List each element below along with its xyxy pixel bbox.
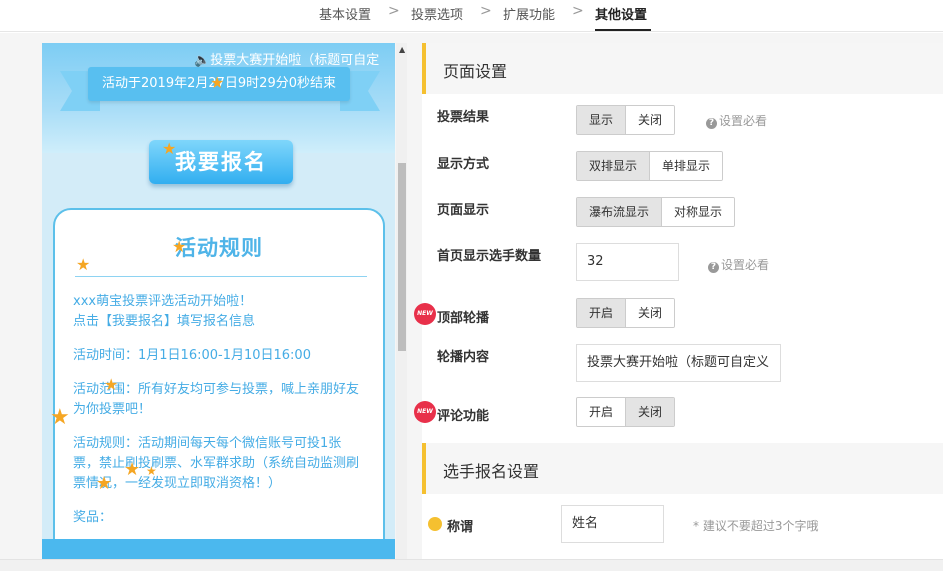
nav-vote-options[interactable]: 投票选项 bbox=[411, 4, 463, 23]
mobile-preview: 🔈投票大赛开始啦（标题可自定 活动于2019年2月27日9时29分0秒结束 我要… bbox=[42, 43, 395, 559]
preview-footer bbox=[42, 539, 395, 559]
sparkle-star-icon: ★ bbox=[210, 73, 225, 92]
display-double-button[interactable]: 双排显示 bbox=[577, 152, 650, 180]
name-field-hint: * 建议不要超过3个字哦 bbox=[693, 519, 819, 533]
sparkle-star-icon: ★ bbox=[104, 375, 119, 394]
chevron-right-icon: > bbox=[572, 3, 584, 19]
hint-text: 设置必看 bbox=[719, 114, 768, 128]
top-navigation: 基本设置 > 投票选项 > 扩展功能 > 其他设置 bbox=[0, 0, 943, 32]
chevron-right-icon: > bbox=[480, 3, 492, 19]
carousel-on-button[interactable]: 开启 bbox=[577, 299, 626, 327]
scrollbar-thumb[interactable] bbox=[398, 163, 406, 351]
page-display-toggle: 瀑布流显示 对称显示 bbox=[576, 197, 736, 227]
chevron-right-icon: > bbox=[388, 3, 400, 19]
vote-result-label: 投票结果 bbox=[437, 110, 490, 125]
top-carousel-label: 顶部轮播 bbox=[437, 311, 490, 326]
rules-line-5: 活动规则：活动期间每天每个微信账号可投1张票，禁止刷投刷票、水军群求助（系统自动… bbox=[73, 436, 360, 491]
new-badge: NEW bbox=[414, 401, 436, 423]
carousel-content-label: 轮播内容 bbox=[437, 350, 490, 365]
vote-result-show-button[interactable]: 显示 bbox=[577, 106, 626, 134]
sparkle-star-icon: ★ bbox=[146, 464, 157, 478]
comments-toggle: 开启 关闭 bbox=[576, 397, 676, 427]
signup-settings-title: 选手报名设置 bbox=[443, 462, 540, 481]
new-badge: NEW bbox=[414, 303, 436, 325]
nav-other-settings[interactable]: 其他设置 bbox=[595, 4, 647, 23]
scroll-up-icon[interactable]: ▲ bbox=[399, 45, 405, 54]
page-settings-header: 页面设置 bbox=[422, 43, 943, 94]
display-mode-label: 显示方式 bbox=[437, 157, 490, 172]
speaker-icon: 🔈 bbox=[194, 53, 211, 68]
rules-divider bbox=[75, 276, 367, 277]
sparkle-star-icon: ★ bbox=[76, 255, 91, 274]
comments-off-button[interactable]: 关闭 bbox=[625, 398, 675, 426]
bottom-bar bbox=[0, 559, 943, 571]
hint-text: 设置必看 bbox=[721, 258, 770, 272]
comments-label: 评论功能 bbox=[437, 409, 490, 424]
vote-result-hint[interactable]: ? 设置必看 bbox=[706, 112, 767, 129]
sparkle-star-icon: ★ bbox=[172, 237, 187, 256]
nav-extensions[interactable]: 扩展功能 bbox=[503, 4, 555, 23]
rules-line-3: 活动时间：1月1日16:00-1月10日16:00 bbox=[73, 348, 311, 363]
home-count-label: 首页显示选手数量 bbox=[437, 249, 542, 264]
sparkle-star-icon: ★ bbox=[162, 139, 177, 158]
comments-on-button[interactable]: 开启 bbox=[577, 398, 626, 426]
carousel-off-button[interactable]: 关闭 bbox=[625, 299, 675, 327]
name-field-input[interactable]: 姓名 bbox=[561, 505, 664, 543]
settings-panel: 页面设置 投票结果 显示 关闭 ? 设置必看 显示方式 双排显示 单排显示 页面显… bbox=[414, 43, 943, 559]
nav-basic-settings[interactable]: 基本设置 bbox=[319, 4, 371, 23]
rules-line-2: 点击【我要报名】填写报名信息 bbox=[73, 314, 256, 329]
work-area: 🔈投票大赛开始啦（标题可自定 活动于2019年2月27日9时29分0秒结束 我要… bbox=[0, 33, 943, 559]
display-mode-toggle: 双排显示 单排显示 bbox=[576, 151, 724, 181]
home-count-hint[interactable]: ? 设置必看 bbox=[708, 256, 769, 273]
active-tab-underline bbox=[595, 29, 651, 31]
preview-marquee: 🔈投票大赛开始啦（标题可自定 bbox=[194, 49, 379, 68]
sparkle-star-icon: ★ bbox=[96, 473, 113, 494]
marquee-text: 投票大赛开始啦（标题可自定 bbox=[210, 53, 380, 68]
question-icon: ? bbox=[706, 118, 717, 129]
page-display-label: 页面显示 bbox=[437, 203, 490, 218]
home-count-input[interactable]: 32 bbox=[576, 243, 679, 281]
rules-title: 活动规则 bbox=[175, 236, 263, 260]
page-display-symmetric-button[interactable]: 对称显示 bbox=[661, 198, 735, 226]
page-settings-title: 页面设置 bbox=[443, 62, 508, 81]
required-dot-icon bbox=[428, 517, 442, 531]
page-display-waterfall-button[interactable]: 瀑布流显示 bbox=[577, 198, 662, 226]
rules-card: 活动规则 xxx萌宝投票评选活动开始啦！ 点击【我要报名】填写报名信息 活动时间… bbox=[53, 208, 385, 559]
question-icon: ? bbox=[708, 262, 719, 273]
sparkle-star-icon: ★ bbox=[124, 459, 141, 480]
carousel-content-input[interactable]: 投票大赛开始啦（标题可自定义 bbox=[576, 344, 781, 382]
sparkle-star-icon: ★ bbox=[50, 405, 70, 430]
rules-line-6: 奖品： bbox=[73, 510, 113, 525]
vote-result-toggle: 显示 关闭 bbox=[576, 105, 676, 135]
name-field-label: 称谓 bbox=[447, 520, 474, 535]
vote-result-hide-button[interactable]: 关闭 bbox=[625, 106, 675, 134]
signup-settings-header: 选手报名设置 bbox=[422, 443, 943, 494]
rules-line-1: xxx萌宝投票评选活动开始啦！ bbox=[73, 294, 253, 309]
display-single-button[interactable]: 单排显示 bbox=[649, 152, 723, 180]
top-carousel-toggle: 开启 关闭 bbox=[576, 298, 676, 328]
